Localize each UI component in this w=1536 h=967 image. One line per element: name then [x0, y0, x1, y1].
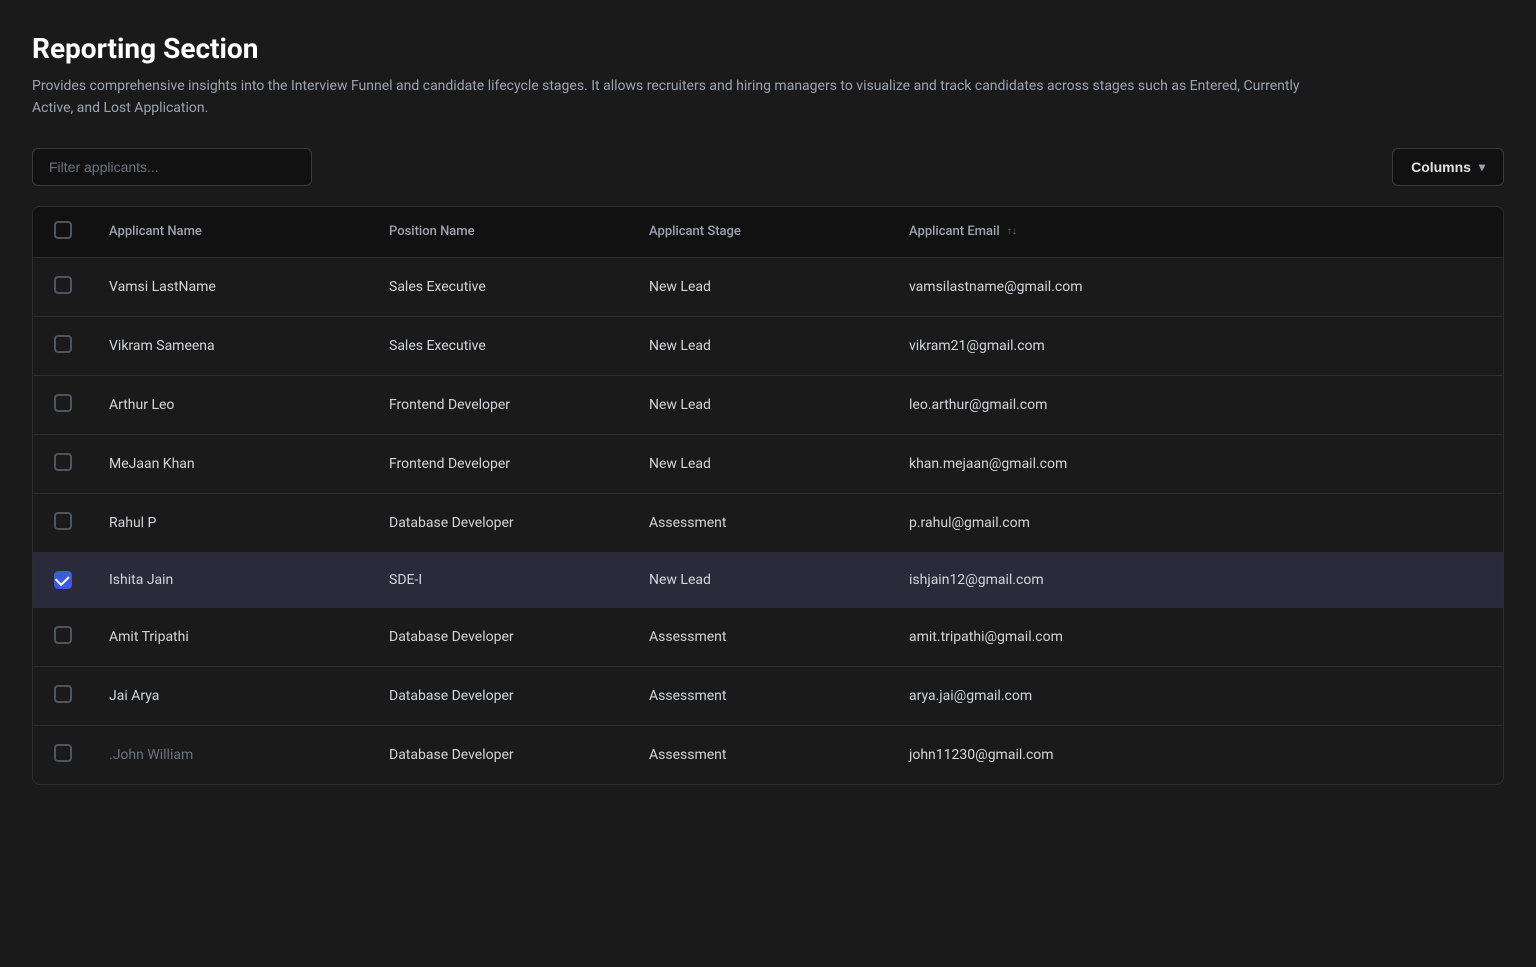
row-checkbox[interactable]: [54, 626, 72, 644]
page-title: Reporting Section: [32, 32, 1504, 65]
row-position: Frontend Developer: [373, 375, 633, 434]
row-email: vamsilastname@gmail.com: [893, 257, 1503, 316]
row-checkbox-cell: [33, 493, 93, 552]
row-position: SDE-I: [373, 552, 633, 607]
row-checkbox-cell: [33, 725, 93, 784]
row-stage: New Lead: [633, 375, 893, 434]
row-position: Database Developer: [373, 666, 633, 725]
table-row: .John William Database Developer Assessm…: [33, 725, 1503, 784]
select-all-checkbox[interactable]: [54, 221, 72, 239]
applicants-table-container: Applicant Name Position Name Applicant S…: [32, 206, 1504, 785]
column-header-stage: Applicant Stage: [633, 207, 893, 258]
row-position: Sales Executive: [373, 257, 633, 316]
table-header-row: Applicant Name Position Name Applicant S…: [33, 207, 1503, 258]
table-row: Arthur Leo Frontend Developer New Lead l…: [33, 375, 1503, 434]
row-position: Database Developer: [373, 607, 633, 666]
chevron-down-icon: ▾: [1479, 160, 1485, 174]
row-stage: Assessment: [633, 725, 893, 784]
row-stage: New Lead: [633, 316, 893, 375]
row-checkbox-cell: [33, 552, 93, 607]
row-applicant-name: MeJaan Khan: [93, 434, 373, 493]
row-applicant-name: Jai Arya: [93, 666, 373, 725]
table-body: Vamsi LastName Sales Executive New Lead …: [33, 257, 1503, 784]
row-email: ishjain12@gmail.com: [893, 552, 1503, 607]
row-email: p.rahul@gmail.com: [893, 493, 1503, 552]
row-checkbox-cell: [33, 434, 93, 493]
row-checkbox-cell: [33, 257, 93, 316]
row-email: arya.jai@gmail.com: [893, 666, 1503, 725]
columns-button[interactable]: Columns ▾: [1392, 148, 1504, 186]
row-checkbox[interactable]: [54, 512, 72, 530]
row-checkbox[interactable]: [54, 394, 72, 412]
row-checkbox-cell: [33, 375, 93, 434]
row-applicant-name: Vamsi LastName: [93, 257, 373, 316]
row-position: Frontend Developer: [373, 434, 633, 493]
row-email: khan.mejaan@gmail.com: [893, 434, 1503, 493]
row-stage: Assessment: [633, 607, 893, 666]
row-stage: New Lead: [633, 552, 893, 607]
table-row: Vamsi LastName Sales Executive New Lead …: [33, 257, 1503, 316]
row-stage: Assessment: [633, 493, 893, 552]
toolbar: Columns ▾: [32, 148, 1504, 186]
row-checkbox[interactable]: [54, 744, 72, 762]
email-column-label: Applicant Email: [909, 224, 1000, 239]
row-email: amit.tripathi@gmail.com: [893, 607, 1503, 666]
applicants-table: Applicant Name Position Name Applicant S…: [33, 207, 1503, 784]
row-position: Database Developer: [373, 725, 633, 784]
row-applicant-name: .John William: [93, 725, 373, 784]
row-email: vikram21@gmail.com: [893, 316, 1503, 375]
row-position: Sales Executive: [373, 316, 633, 375]
row-applicant-name: Amit Tripathi: [93, 607, 373, 666]
columns-button-label: Columns: [1411, 159, 1471, 175]
row-checkbox[interactable]: [54, 276, 72, 294]
row-applicant-name: Vikram Sameena: [93, 316, 373, 375]
row-applicant-name: Arthur Leo: [93, 375, 373, 434]
filter-input[interactable]: [32, 148, 312, 186]
header-checkbox-cell: [33, 207, 93, 258]
row-checkbox-cell: [33, 666, 93, 725]
row-email: john11230@gmail.com: [893, 725, 1503, 784]
table-row: MeJaan Khan Frontend Developer New Lead …: [33, 434, 1503, 493]
table-row: Rahul P Database Developer Assessment p.…: [33, 493, 1503, 552]
column-header-email[interactable]: Applicant Email ↑↓: [893, 207, 1503, 258]
row-checkbox-cell: [33, 316, 93, 375]
table-row: Vikram Sameena Sales Executive New Lead …: [33, 316, 1503, 375]
table-row: Jai Arya Database Developer Assessment a…: [33, 666, 1503, 725]
page-description: Provides comprehensive insights into the…: [32, 75, 1312, 120]
row-applicant-name: Ishita Jain: [93, 552, 373, 607]
column-header-name: Applicant Name: [93, 207, 373, 258]
row-stage: New Lead: [633, 257, 893, 316]
row-checkbox-cell: [33, 607, 93, 666]
sort-icons[interactable]: ↑↓: [1007, 227, 1017, 237]
row-applicant-name: Rahul P: [93, 493, 373, 552]
table-row: Ishita Jain SDE-I New Lead ishjain12@gma…: [33, 552, 1503, 607]
row-checkbox[interactable]: [54, 571, 72, 589]
column-header-position: Position Name: [373, 207, 633, 258]
row-position: Database Developer: [373, 493, 633, 552]
table-row: Amit Tripathi Database Developer Assessm…: [33, 607, 1503, 666]
row-checkbox[interactable]: [54, 685, 72, 703]
row-email: leo.arthur@gmail.com: [893, 375, 1503, 434]
row-stage: New Lead: [633, 434, 893, 493]
row-stage: Assessment: [633, 666, 893, 725]
row-checkbox[interactable]: [54, 453, 72, 471]
row-checkbox[interactable]: [54, 335, 72, 353]
